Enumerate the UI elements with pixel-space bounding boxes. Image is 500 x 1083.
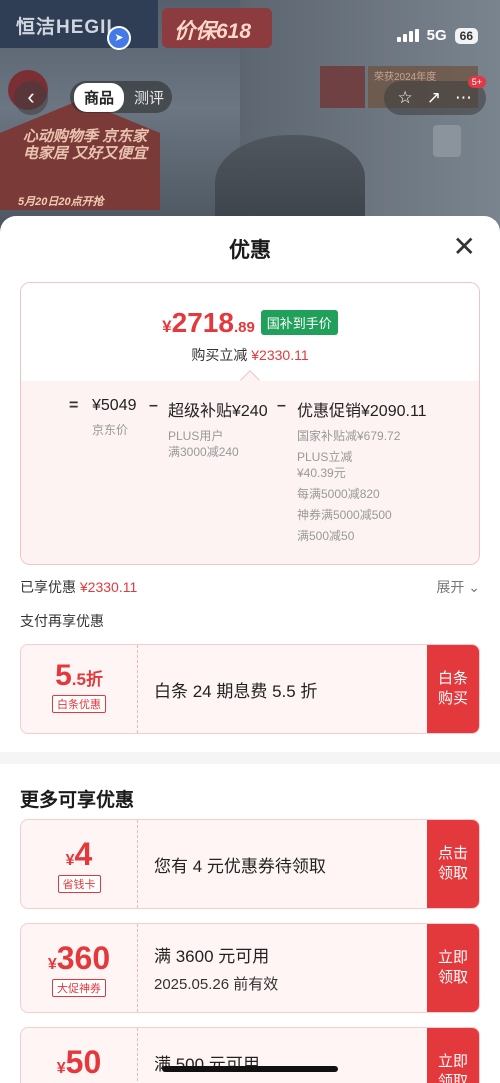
promo-line: 国家补贴减¥679.72 xyxy=(297,429,401,443)
coupon-description: 您有 4 元优惠券待领取 xyxy=(154,856,326,876)
coupon-card: ¥50 满 500 元可用 立即领取 xyxy=(20,1027,480,1083)
coupon-card: ¥4 省钱卡 您有 4 元优惠券待领取 点击领取 xyxy=(20,819,480,909)
brand-logo: 恒洁HEGII xyxy=(0,0,158,48)
section-divider xyxy=(0,752,500,764)
more-icon[interactable]: ⋯ 5+ xyxy=(455,76,486,108)
house-promo-date: 5月20日20点开抢 xyxy=(18,196,104,208)
coupon-description: 满 500 元可用 xyxy=(154,1055,260,1074)
purchase-reduction: 购买立减 ¥2330.11 xyxy=(191,347,309,363)
promo-line: 每满5000减820 xyxy=(297,487,380,501)
base-price-col: ¥5049 京东价 xyxy=(92,397,137,438)
minus-sign: – xyxy=(149,397,158,414)
promo-line: 满500减50 xyxy=(297,529,355,543)
coupon-value: ¥4 省钱卡 xyxy=(21,820,138,908)
coupon-tag: 白条优惠 xyxy=(52,695,106,713)
coupon-card: ¥360 大促神券 满 3600 元可用 2025.05.26 前有效 立即领取 xyxy=(20,923,480,1013)
super-subsidy-line: PLUS用户 xyxy=(168,429,224,443)
expand-button[interactable]: 展开 ⌄ xyxy=(436,577,480,597)
nav-actions: ☆ ↗ ⋯ 5+ xyxy=(383,76,486,115)
signal-icon xyxy=(396,29,419,42)
back-button[interactable]: ‹ xyxy=(14,81,48,115)
final-price-section: ¥2718.89 国补到手价 购买立减 ¥2330.11 xyxy=(21,283,479,381)
battery-icon: 66 xyxy=(454,27,478,44)
coupon-tag: 大促神券 xyxy=(52,979,106,997)
enjoyed-label: 已享优惠 xyxy=(20,579,76,595)
pay-discount-label: 支付再享优惠 xyxy=(20,613,104,629)
promo-line: 神券满5000减500 xyxy=(297,508,392,522)
claim-coupon-button[interactable]: 点击领取 xyxy=(427,820,479,908)
wall-switch xyxy=(433,125,461,157)
coupon-tag: 省钱卡 xyxy=(57,875,101,893)
claim-coupon-button[interactable]: 立即领取 xyxy=(427,1028,479,1083)
price-breakdown-card: ¥2718.89 国补到手价 购买立减 ¥2330.11 = ¥5049 京东价… xyxy=(20,282,480,565)
coupon-value: 5.5折 白条优惠 xyxy=(21,645,138,733)
coupon-value: ¥50 xyxy=(21,1028,138,1083)
formula-section: = ¥5049 京东价 – 超级补贴¥240 PLUS用户 满3000减240 … xyxy=(21,381,479,564)
location-icon: ➤ xyxy=(107,26,131,50)
cart-count-badge: 5+ xyxy=(467,76,486,88)
discount-sheet: 优惠 ✕ ¥2718.89 国补到手价 购买立减 ¥2330.11 = ¥504… xyxy=(0,216,500,1083)
coupon-expiry: 2025.05.26 前有效 xyxy=(154,976,279,993)
share-icon[interactable]: ↗ xyxy=(427,88,441,108)
house-promo-text: 心动购物季 京东家电家居 又好又便宜 xyxy=(22,128,148,162)
chevron-down-icon: ⌄ xyxy=(468,579,480,595)
baitiao-buy-button[interactable]: 白条购买 xyxy=(427,645,479,733)
gov-subsidy-tag: 国补到手价 xyxy=(260,310,338,335)
promo-line: PLUS立减 xyxy=(297,450,353,464)
base-price-label: 京东价 xyxy=(92,423,129,437)
minus-sign: – xyxy=(277,397,286,414)
promo-line: ¥40.39元 xyxy=(297,466,346,480)
final-price: ¥2718.89 xyxy=(162,307,255,338)
close-icon[interactable]: ✕ xyxy=(453,233,476,261)
base-price: ¥5049 xyxy=(92,397,137,414)
product-navbar: ‹ 商品 测评 ☆ ↗ ⋯ 5+ xyxy=(14,76,486,115)
coupon-description: 满 3600 元可用 2025.05.26 前有效 xyxy=(154,947,279,993)
super-subsidy-col: 超级补贴¥240 PLUS用户 满3000减240 xyxy=(168,397,268,460)
enjoyed-discount-row: 已享优惠 ¥2330.11 展开 ⌄ xyxy=(20,577,480,597)
tab-review[interactable]: 测评 xyxy=(134,87,164,108)
status-bar: 5G 66 xyxy=(396,27,478,44)
more-discounts-title: 更多可享优惠 xyxy=(20,790,135,811)
home-indicator xyxy=(162,1066,338,1072)
claim-coupon-button[interactable]: 立即领取 xyxy=(427,924,479,1012)
baitiao-coupon: 5.5折 白条优惠 白条 24 期息费 5.5 折 白条购买 xyxy=(20,644,480,734)
promo-col: 优惠促销¥2090.11 国家补贴减¥679.72 PLUS立减 ¥40.39元… xyxy=(297,397,427,544)
promo-banner: 价保618 xyxy=(162,8,272,48)
network-label: 5G xyxy=(426,27,447,44)
favorite-icon[interactable]: ☆ xyxy=(398,88,413,108)
sheet-title: 优惠 xyxy=(229,239,271,262)
nav-tabs: 商品 测评 xyxy=(70,81,173,113)
promo-total: 优惠促销¥2090.11 xyxy=(297,403,427,420)
reduction-amount: ¥2330.11 xyxy=(251,347,309,363)
coupon-description: 白条 24 期息费 5.5 折 xyxy=(154,681,318,701)
coupon-value: ¥360 大促神券 xyxy=(21,924,138,1012)
super-subsidy-line: 满3000减240 xyxy=(168,445,239,459)
equals-sign: = xyxy=(69,397,79,414)
tab-product[interactable]: 商品 xyxy=(74,82,125,112)
enjoyed-amount: ¥2330.11 xyxy=(79,579,138,595)
chevron-left-icon: ‹ xyxy=(27,84,35,109)
super-subsidy: 超级补贴¥240 xyxy=(168,403,268,420)
